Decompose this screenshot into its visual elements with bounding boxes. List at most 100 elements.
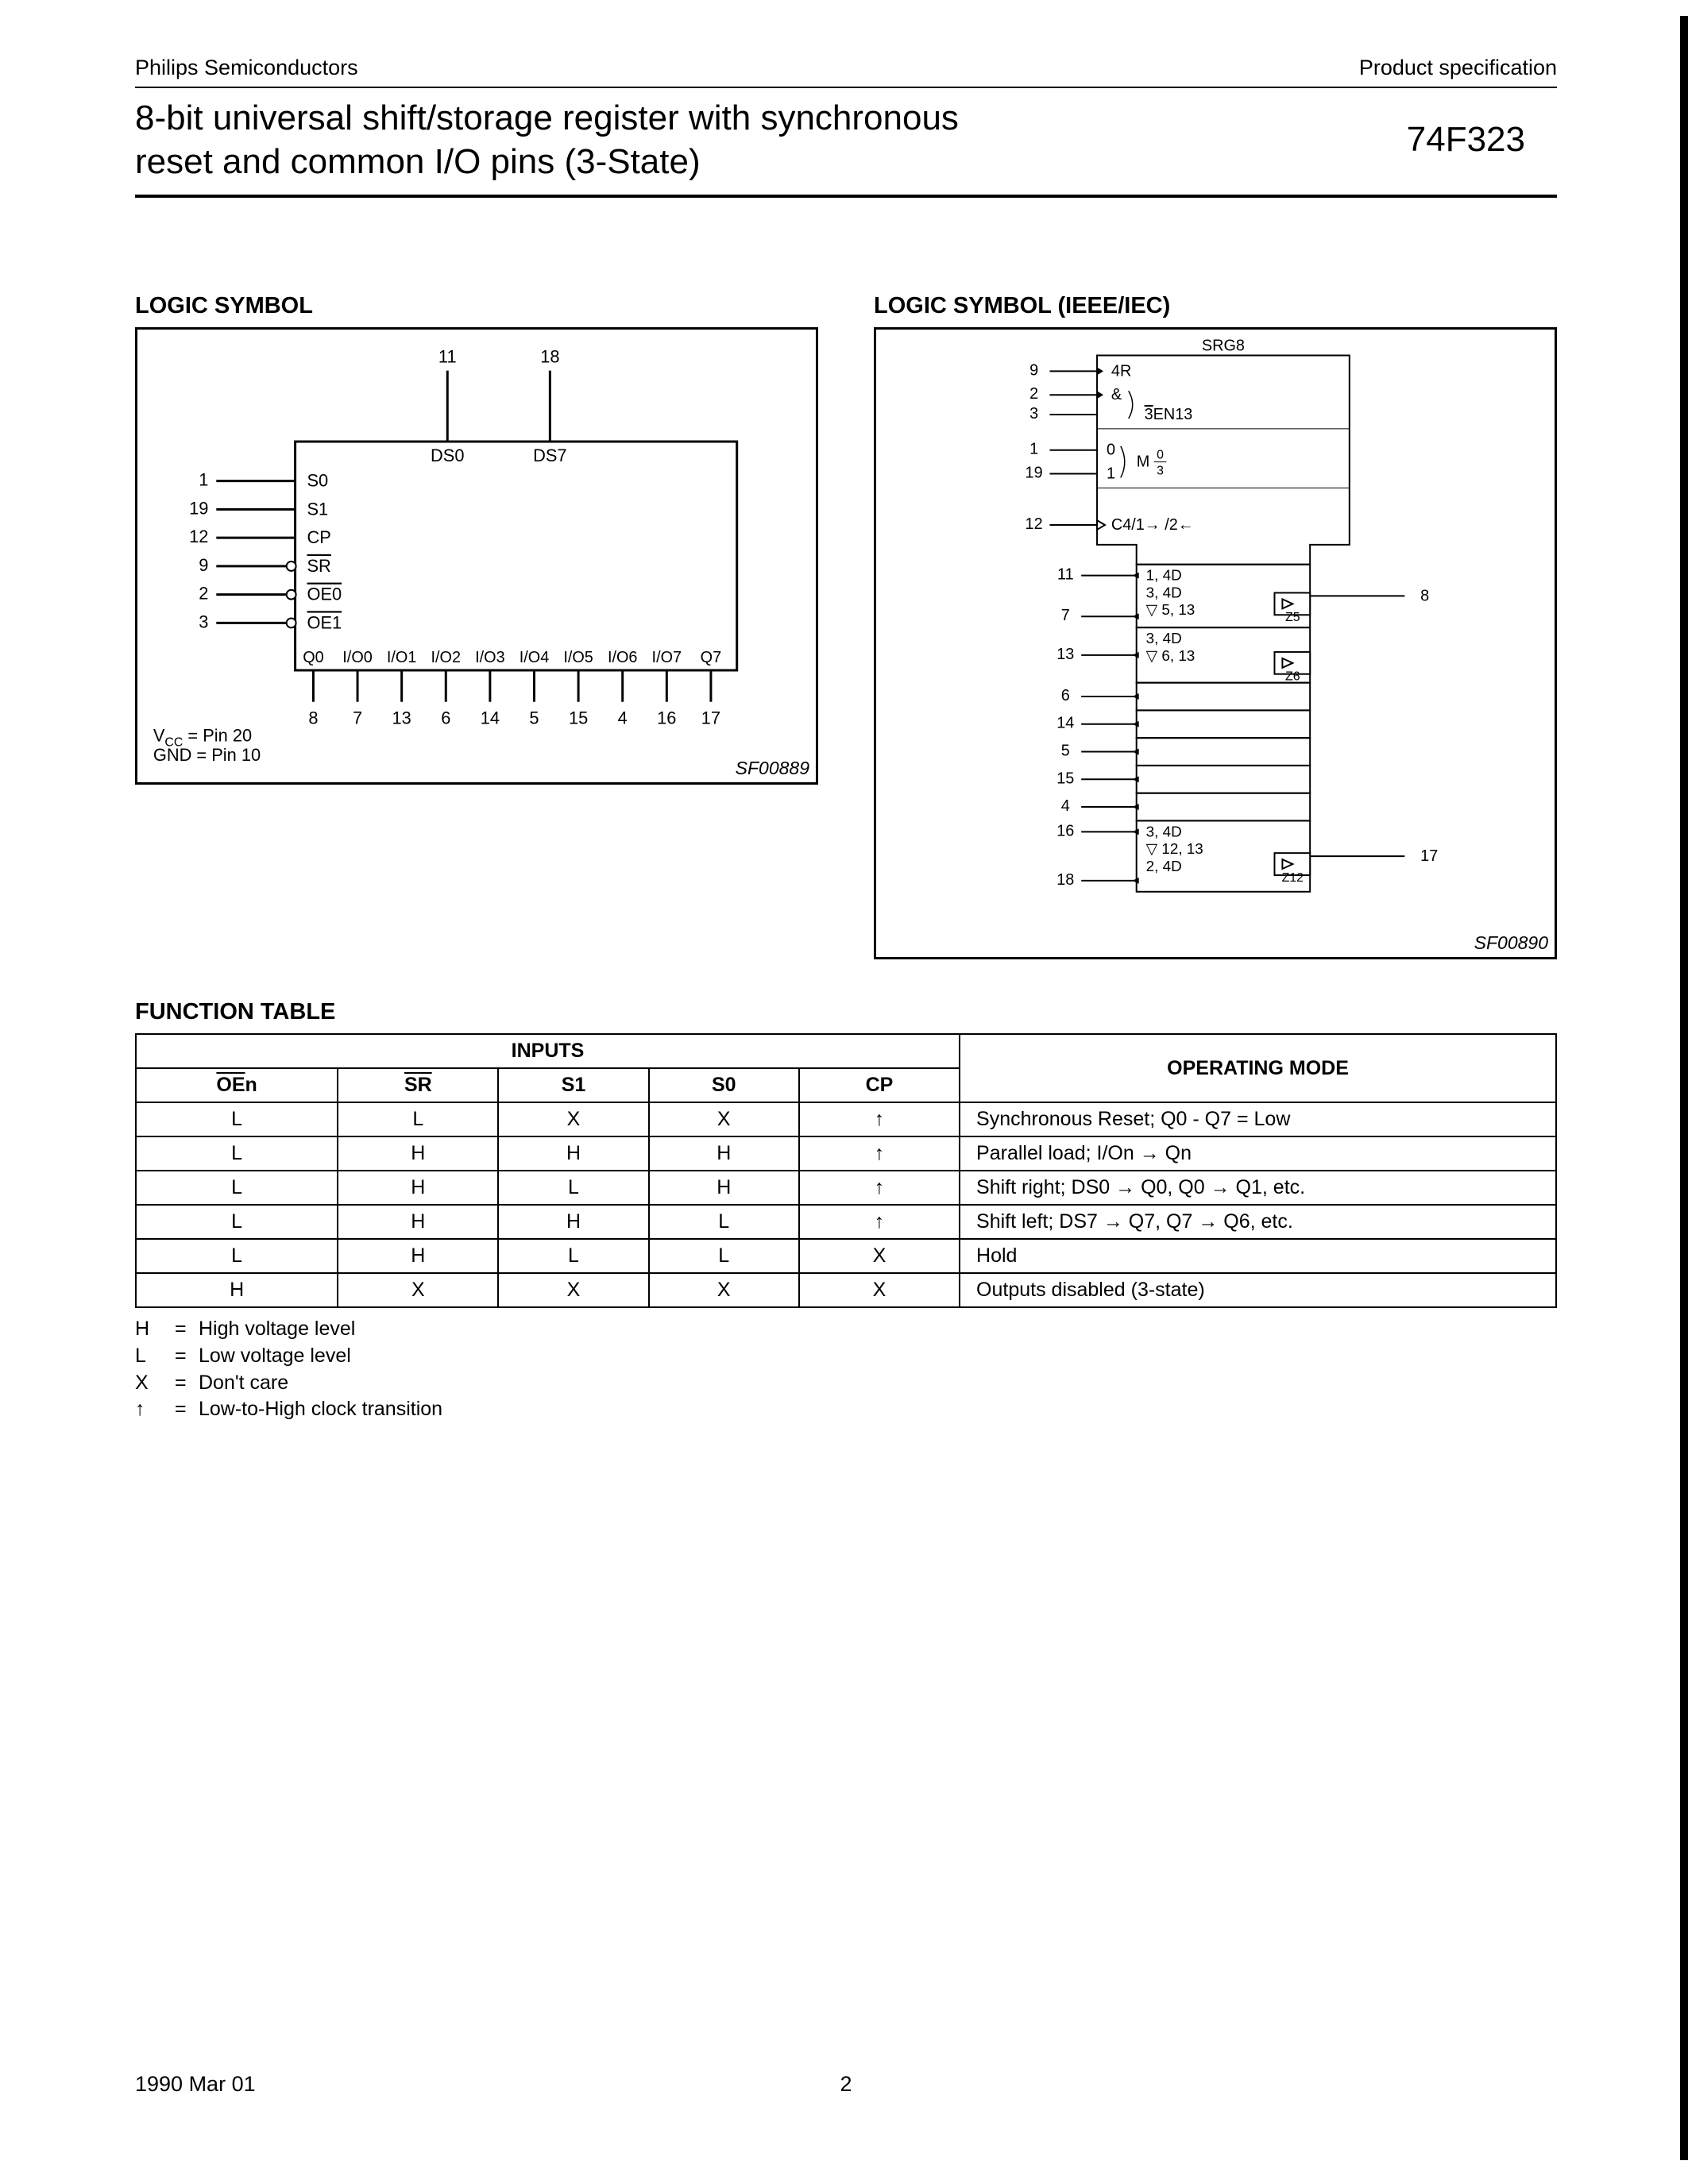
legend: H=High voltage levelL=Low voltage levelX… <box>135 1316 1557 1423</box>
svg-text:1: 1 <box>1107 465 1115 482</box>
table-cell: H <box>338 1239 498 1273</box>
svg-text:3, 4D: 3, 4D <box>1146 823 1182 839</box>
svg-text:Q0: Q0 <box>303 649 324 666</box>
svg-text:8: 8 <box>308 708 318 728</box>
legend-symbol: H <box>135 1316 175 1343</box>
svg-text:3EN13: 3EN13 <box>1145 406 1193 423</box>
table-cell: X <box>799 1239 960 1273</box>
svg-text:2: 2 <box>199 584 208 604</box>
svg-text:I/O5: I/O5 <box>563 649 593 666</box>
svg-text:SR: SR <box>307 556 331 576</box>
svg-text:3, 4D: 3, 4D <box>1146 584 1182 600</box>
svg-text:17: 17 <box>1420 847 1438 865</box>
legend-eq: = <box>175 1316 199 1343</box>
svg-text:13: 13 <box>392 708 411 728</box>
svg-text:I/O7: I/O7 <box>652 649 682 666</box>
footer-page: 2 <box>840 2072 852 2097</box>
sf-number-left: SF00889 <box>736 758 809 779</box>
company-name: Philips Semiconductors <box>135 56 358 80</box>
legend-row: X=Don't care <box>135 1370 1557 1397</box>
table-cell: L <box>498 1171 648 1205</box>
legend-symbol: ↑ <box>135 1396 175 1423</box>
table-cell: ↑ <box>799 1102 960 1136</box>
svg-text:14: 14 <box>1056 715 1074 732</box>
mode-cell: Shift left; DS7 → Q7, Q7 → Q6, etc. <box>960 1205 1556 1239</box>
svg-text:7: 7 <box>1061 607 1070 624</box>
table-cell: H <box>338 1171 498 1205</box>
legend-desc: Don't care <box>199 1370 288 1397</box>
title-text: 8-bit universal shift/storage register w… <box>135 96 959 183</box>
title-block: 8-bit universal shift/storage register w… <box>135 88 1557 198</box>
svg-text:M: M <box>1137 453 1150 471</box>
svg-text:5: 5 <box>529 708 539 728</box>
svg-text:5: 5 <box>1061 743 1070 760</box>
mode-cell: Shift right; DS0 → Q0, Q0 → Q1, etc. <box>960 1171 1556 1205</box>
svg-text:8: 8 <box>1420 587 1429 604</box>
table-cell: L <box>338 1102 498 1136</box>
svg-text:&: & <box>1111 386 1122 403</box>
heading-function-table: FUNCTION TABLE <box>135 999 1557 1025</box>
mode-header: OPERATING MODE <box>960 1034 1556 1102</box>
table-header-row-1: INPUTS OPERATING MODE <box>136 1034 1556 1068</box>
table-cell: ↑ <box>799 1136 960 1171</box>
col-s0: S0 <box>649 1068 799 1102</box>
table-cell: X <box>498 1102 648 1136</box>
ieee-symbol-col: LOGIC SYMBOL (IEEE/IEC) SRG894R2&33EN131… <box>874 293 1557 959</box>
table-cell: L <box>136 1102 338 1136</box>
legend-desc: Low voltage level <box>199 1343 351 1370</box>
svg-text:12: 12 <box>1026 515 1043 533</box>
svg-text:18: 18 <box>1056 871 1074 889</box>
svg-text:SRG8: SRG8 <box>1202 338 1245 355</box>
svg-text:2, 4D: 2, 4D <box>1146 858 1182 874</box>
table-cell: ↑ <box>799 1205 960 1239</box>
logic-symbol-box: 11 DS0 18 DS7 1S019S112CP9SR2OE03OE1 Q0I… <box>135 327 818 785</box>
table-cell: H <box>136 1273 338 1307</box>
logic-symbol-columns: LOGIC SYMBOL 11 DS0 18 DS7 1S019S1 <box>135 293 1557 959</box>
table-cell: X <box>799 1273 960 1307</box>
legend-eq: = <box>175 1343 199 1370</box>
svg-text:4R: 4R <box>1111 362 1131 380</box>
svg-text:11: 11 <box>1057 566 1074 584</box>
table-cell: H <box>649 1171 799 1205</box>
svg-text:18: 18 <box>540 347 559 367</box>
svg-text:I/O0: I/O0 <box>342 649 373 666</box>
inputs-header: INPUTS <box>136 1034 960 1068</box>
legend-eq: = <box>175 1370 199 1397</box>
table-cell: L <box>136 1171 338 1205</box>
svg-text:GND = Pin 10: GND = Pin 10 <box>153 745 261 765</box>
svg-text:12: 12 <box>189 527 208 546</box>
table-cell: H <box>498 1205 648 1239</box>
table-row: HXXXXOutputs disabled (3-state) <box>136 1273 1556 1307</box>
table-cell: ↑ <box>799 1171 960 1205</box>
svg-text:6: 6 <box>1061 687 1070 704</box>
svg-text:15: 15 <box>569 708 588 728</box>
table-cell: L <box>136 1205 338 1239</box>
svg-text:DS0: DS0 <box>431 446 464 465</box>
legend-row: H=High voltage level <box>135 1316 1557 1343</box>
svg-text:1, 4D: 1, 4D <box>1146 567 1182 584</box>
right-margin-bar <box>1680 16 1688 2160</box>
svg-text:▽ 5, 13: ▽ 5, 13 <box>1146 601 1196 618</box>
mode-cell: Parallel load; I/On → Qn <box>960 1136 1556 1171</box>
top-bar: Philips Semiconductors Product specifica… <box>135 56 1557 88</box>
heading-ieee: LOGIC SYMBOL (IEEE/IEC) <box>874 293 1557 319</box>
table-cell: H <box>338 1205 498 1239</box>
table-cell: H <box>498 1136 648 1171</box>
svg-text:DS7: DS7 <box>533 446 566 465</box>
footer-date: 1990 Mar 01 <box>135 2072 256 2097</box>
page: Philips Semiconductors Product specifica… <box>135 56 1557 1423</box>
legend-symbol: X <box>135 1370 175 1397</box>
svg-text:Q7: Q7 <box>701 649 722 666</box>
svg-text:I/O4: I/O4 <box>520 649 550 666</box>
svg-text:19: 19 <box>1026 464 1043 481</box>
sf-number-right: SF00890 <box>1474 932 1548 954</box>
legend-desc: Low-to-High clock transition <box>199 1396 442 1423</box>
table-cell: X <box>338 1273 498 1307</box>
svg-text:▽ 6, 13: ▽ 6, 13 <box>1146 647 1196 664</box>
svg-text:Z12: Z12 <box>1282 871 1304 885</box>
legend-desc: High voltage level <box>199 1316 355 1343</box>
svg-text:I/O2: I/O2 <box>431 649 462 666</box>
table-cell: H <box>649 1136 799 1171</box>
svg-text:9: 9 <box>199 555 208 575</box>
table-cell: X <box>498 1273 648 1307</box>
